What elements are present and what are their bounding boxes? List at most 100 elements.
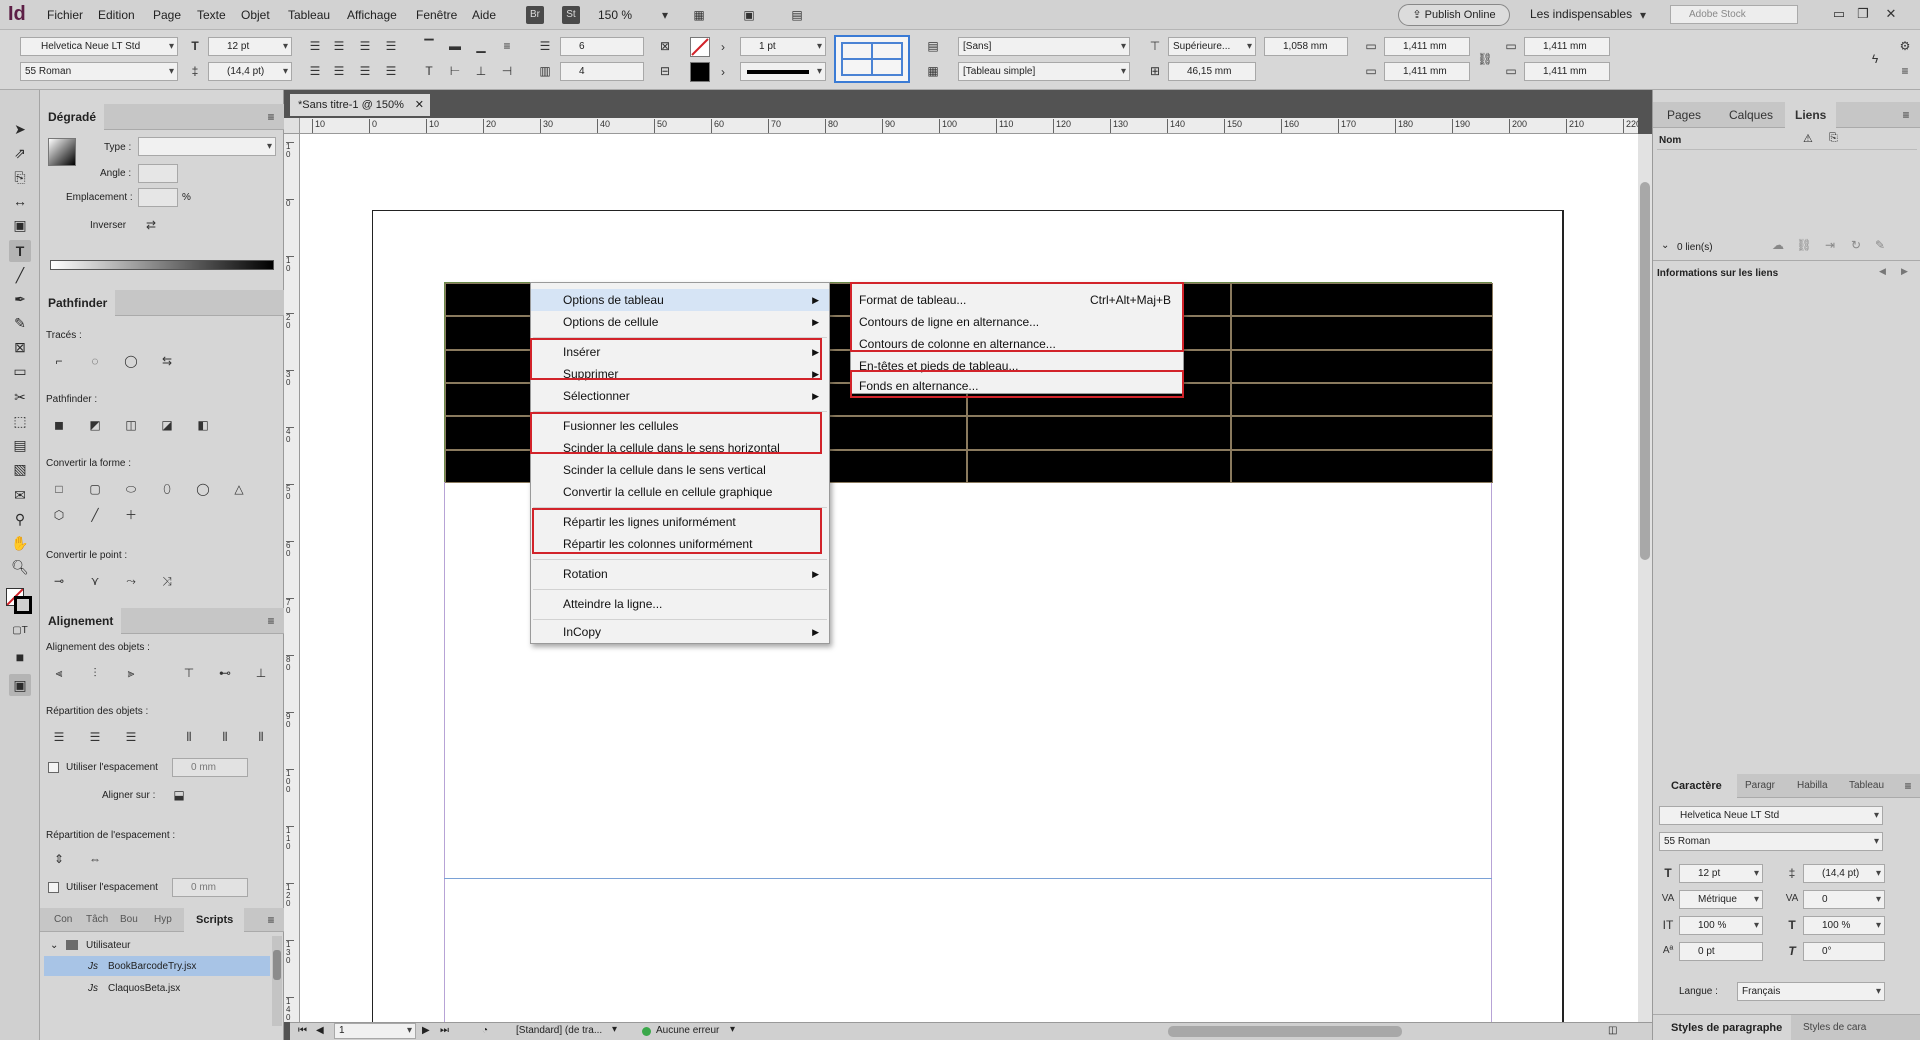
align-left-icon[interactable]: ☰: [306, 37, 324, 55]
stock-search-input[interactable]: Adobe Stock: [1670, 5, 1798, 24]
lightning-icon[interactable]: ϟ: [1866, 50, 1884, 68]
next-page-icon[interactable]: ▶: [422, 1025, 430, 1036]
valign-justify-icon[interactable]: ≡: [498, 37, 516, 55]
gradient-swatch-tool-icon[interactable]: ▤: [9, 434, 31, 456]
chevron-right-icon[interactable]: ›: [714, 63, 732, 81]
panel-menu-icon[interactable]: ≡: [1899, 777, 1917, 795]
justify-right-icon[interactable]: ☰: [356, 62, 374, 80]
page-tool-icon[interactable]: ⎘: [9, 166, 31, 188]
table-cell[interactable]: [1231, 416, 1493, 450]
tab-paragraph-styles[interactable]: Styles de paragraphe: [1653, 1015, 1791, 1040]
angle-field[interactable]: [138, 164, 178, 183]
menu-item-cell-options[interactable]: Options de cellule ▶: [531, 311, 829, 333]
selection-tool-icon[interactable]: ➤: [9, 118, 31, 140]
reverse-path-icon[interactable]: ⇆: [158, 352, 176, 370]
panel-menu-icon[interactable]: ≡: [262, 108, 280, 126]
fill-none-swatch[interactable]: [690, 37, 710, 57]
table-cell[interactable]: [1231, 349, 1493, 383]
previous-link-icon[interactable]: ◀: [1879, 266, 1886, 277]
distribute-v-space-icon[interactable]: ⇕: [50, 850, 68, 868]
edit-original-icon[interactable]: ✎: [1871, 236, 1889, 254]
relink-icon[interactable]: ⛓: [1795, 236, 1813, 254]
reverse-gradient-icon[interactable]: ⇄: [142, 216, 160, 234]
tracking-field[interactable]: 0: [1803, 890, 1885, 909]
valign-center-icon[interactable]: ▬: [446, 37, 464, 55]
scrollbar-thumb[interactable]: [1640, 182, 1650, 560]
note-tool-icon[interactable]: ✉: [9, 484, 31, 506]
menu-fichier[interactable]: Fichier: [47, 8, 83, 22]
menu-item-table-options[interactable]: Options de tableau ▶: [531, 289, 829, 311]
tab-pathfinder[interactable]: Pathfinder: [40, 290, 116, 316]
pen-tool-icon[interactable]: ✒: [9, 288, 31, 310]
publish-online-button[interactable]: ⇪ Publish Online: [1398, 4, 1510, 26]
align-v-centers-icon[interactable]: ⊷: [216, 664, 234, 682]
script-row-selected[interactable]: Js BookBarcodeTry.jsx: [44, 956, 270, 976]
character-leading-field[interactable]: (14,4 pt): [1803, 864, 1885, 883]
menu-item-rotation[interactable]: Rotation ▶: [531, 563, 829, 585]
corner-point-icon[interactable]: ⋎: [86, 572, 104, 590]
justify-icon[interactable]: ☰: [382, 37, 400, 55]
plain-point-icon[interactable]: ⊸: [50, 572, 68, 590]
screen-mode-tool-icon[interactable]: ▣: [9, 674, 31, 696]
menu-item-go-to-row[interactable]: Atteindre la ligne...: [531, 593, 829, 615]
formatting-container-icon[interactable]: ▢T: [9, 620, 31, 642]
tab-paragraph[interactable]: Paragr: [1745, 780, 1775, 791]
view-options-icon[interactable]: ▦: [690, 6, 708, 24]
table-style-field[interactable]: [Tableau simple]: [958, 62, 1130, 81]
menu-affichage[interactable]: Affichage: [347, 8, 397, 22]
split-view-icon[interactable]: ◫: [1608, 1025, 1617, 1036]
menu-aide[interactable]: Aide: [472, 8, 496, 22]
use-spacing-checkbox[interactable]: [48, 762, 59, 773]
tab-content[interactable]: Con: [54, 914, 72, 925]
cell-stroke-proxy[interactable]: [834, 35, 910, 83]
text-rotate-icon[interactable]: T: [420, 62, 438, 80]
column-name[interactable]: Nom: [1659, 135, 1681, 146]
add-shape-icon[interactable]: ◼: [50, 416, 68, 434]
align-h-centers-icon[interactable]: ⫶: [86, 664, 104, 682]
font-style-field[interactable]: 55 Roman: [20, 62, 178, 81]
horizontal-scale-field[interactable]: 100 %: [1803, 916, 1885, 935]
tab-table[interactable]: Tableau: [1849, 780, 1884, 791]
gap-tool-icon[interactable]: ↔: [9, 190, 31, 212]
tab-character[interactable]: Caractère: [1653, 774, 1737, 798]
warning-icon[interactable]: ⚠: [1803, 132, 1813, 145]
chevron-down-icon[interactable]: ▾: [1634, 6, 1652, 24]
rectangle-shape-icon[interactable]: □: [50, 480, 68, 498]
stock-button[interactable]: St: [562, 6, 580, 24]
horizontal-ruler[interactable]: 10 0 10 20 30 40 50 60 70 80 90 100 110 120 130 140 150 1…: [300, 118, 1638, 134]
rows-field[interactable]: 6: [560, 37, 644, 56]
align-to-selection-icon[interactable]: ⬓: [170, 786, 188, 804]
inset-right-field[interactable]: 1,411 mm: [1524, 62, 1610, 81]
justify-center-icon[interactable]: ☰: [330, 62, 348, 80]
line-shape-icon[interactable]: ╱: [86, 506, 104, 524]
column-width-field[interactable]: 46,15 mm: [1168, 62, 1256, 81]
align-bottom-edges-icon[interactable]: ⊥: [252, 664, 270, 682]
cloud-link-icon[interactable]: ☁: [1769, 236, 1787, 254]
preflight-profile[interactable]: [Standard] (de tra...: [516, 1025, 602, 1036]
align-center-icon[interactable]: ☰: [330, 37, 348, 55]
gradient-ramp[interactable]: [50, 260, 274, 270]
intersect-shape-icon[interactable]: ◫: [122, 416, 140, 434]
vertical-ruler[interactable]: 10 0 10 20 30 40 50 60 70 80 90 100 110 120 130 140: [284, 134, 300, 1022]
chevron-right-icon[interactable]: ›: [714, 38, 732, 56]
pasteboard[interactable]: Options de tableau ▶ Options de cellule ▶ …: [300, 134, 1638, 1022]
minus-back-icon[interactable]: ◧: [194, 416, 212, 434]
use-spacing-checkbox-2[interactable]: [48, 882, 59, 893]
settings-icon[interactable]: ⚙: [1896, 37, 1914, 55]
vertical-alignment-field[interactable]: Supérieure...: [1168, 37, 1256, 56]
horizontal-scrollbar-thumb[interactable]: [1168, 1026, 1402, 1037]
next-link-icon[interactable]: ▶: [1901, 266, 1908, 277]
distribute-h-center-icon[interactable]: ⫴: [216, 728, 234, 746]
distribute-left-icon[interactable]: ⫴: [180, 728, 198, 746]
tab-hyperlinks[interactable]: Hyp: [154, 914, 172, 925]
character-size-field[interactable]: 12 pt: [1679, 864, 1763, 883]
menu-item-split-vertical[interactable]: Scinder la cellule dans le sens vertical: [531, 459, 829, 481]
menu-item-select[interactable]: Sélectionner ▶: [531, 385, 829, 407]
panel-menu-icon[interactable]: ≡: [262, 612, 280, 630]
cell-style-field[interactable]: [Sans]: [958, 37, 1130, 56]
chevron-down-icon[interactable]: ⌄: [50, 940, 58, 951]
tab-character-styles[interactable]: Styles de cara: [1803, 1022, 1866, 1033]
inverse-rounded-icon[interactable]: ⬯: [158, 480, 176, 498]
scripts-scrollbar[interactable]: [272, 936, 282, 1026]
polygon-icon[interactable]: ⬡: [50, 506, 68, 524]
